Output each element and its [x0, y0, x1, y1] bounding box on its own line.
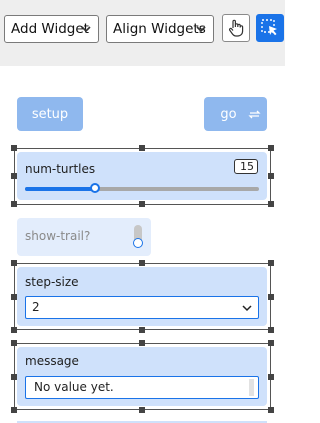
chevron-down-icon — [242, 305, 252, 312]
slider-value: 15 — [240, 160, 254, 173]
interact-mode-button[interactable] — [222, 14, 250, 42]
resize-handle — [11, 340, 17, 346]
resize-handle — [11, 145, 17, 151]
setup-label: setup — [31, 106, 69, 122]
resize-handle — [139, 340, 145, 346]
resize-handle — [11, 201, 17, 207]
add-widget-label: Add Widget — [11, 21, 89, 37]
switch-label: show-trail? — [25, 229, 91, 243]
toolbar: Add Widget Align Widgets — [0, 0, 285, 66]
selection-cursor-icon — [261, 19, 277, 36]
resize-handle — [268, 145, 274, 151]
num-turtles-slider[interactable]: num-turtles 15 — [17, 152, 267, 200]
slider-fill — [25, 187, 96, 191]
chevron-down-icon — [81, 26, 91, 33]
chooser-label: step-size — [25, 275, 79, 289]
forever-loop-icon — [248, 110, 261, 119]
resize-handle — [139, 260, 145, 266]
setup-button[interactable]: setup — [17, 97, 83, 131]
add-widget-dropdown[interactable]: Add Widget — [4, 15, 99, 43]
input-scrollbar[interactable] — [249, 379, 254, 396]
go-label: go — [220, 106, 237, 122]
resize-handle — [139, 327, 145, 333]
hand-pointer-icon — [228, 19, 244, 37]
show-trail-switch[interactable]: show-trail? — [17, 218, 151, 256]
message-input-widget[interactable]: message No value yet. — [17, 347, 267, 406]
slider-label: num-turtles — [25, 162, 96, 176]
select-mode-button[interactable] — [256, 14, 284, 42]
align-widgets-label: Align Widgets — [113, 21, 206, 37]
resize-handle — [139, 145, 145, 151]
resize-handle — [268, 340, 274, 346]
resize-handle — [11, 327, 17, 333]
resize-handle — [268, 327, 274, 333]
resize-handle — [11, 407, 17, 413]
resize-handle — [268, 173, 274, 179]
resize-handle — [268, 374, 274, 380]
switch-knob[interactable] — [133, 238, 143, 248]
slider-thumb[interactable] — [90, 183, 101, 193]
resize-handle — [11, 260, 17, 266]
input-label: message — [25, 354, 79, 368]
resize-handle — [268, 201, 274, 207]
resize-handle — [268, 260, 274, 266]
message-value: No value yet. — [34, 380, 114, 394]
step-size-chooser[interactable]: step-size 2 — [17, 267, 267, 326]
slider-track[interactable] — [25, 183, 259, 193]
align-widgets-dropdown[interactable]: Align Widgets — [106, 15, 214, 43]
message-input-field[interactable]: No value yet. — [25, 376, 259, 399]
resize-handle — [139, 407, 145, 413]
resize-handle — [268, 407, 274, 413]
resize-handle — [139, 201, 145, 207]
chooser-selected-value: 2 — [32, 300, 40, 314]
slider-value-box[interactable]: 15 — [234, 159, 258, 174]
go-button[interactable]: go — [204, 97, 267, 131]
chooser-select[interactable]: 2 — [25, 296, 259, 319]
chevron-down-icon — [196, 26, 206, 33]
resize-handle — [268, 294, 274, 300]
